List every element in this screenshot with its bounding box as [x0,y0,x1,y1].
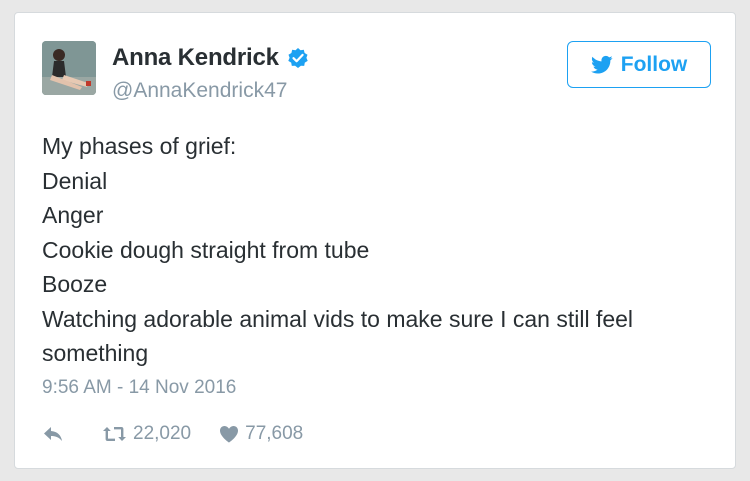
follow-button[interactable]: Follow [567,41,711,88]
tweet-line: My phases of grief: [42,133,237,159]
tweet-line: Denial [42,167,108,194]
user-handle[interactable]: @AnnaKendrick47 [112,79,287,103]
tweet-line: something [42,340,149,366]
retweet-button[interactable]: 22,020 [102,423,191,445]
reply-icon [44,427,62,441]
twitter-bird-icon [590,55,613,75]
heart-icon [220,426,239,443]
user-name-row: Anna Kendrick [112,44,309,72]
reply-button[interactable] [42,425,64,443]
follow-button-label: Follow [620,52,688,76]
tweet-actions: 22,020 77,608 [42,423,303,445]
tweet-card: Anna Kendrick @AnnaKendrick47 Follow My … [14,12,736,469]
like-count: 77,608 [245,423,304,444]
tweet-line: Booze [42,271,108,297]
tweet-timestamp[interactable]: 9:56 AM - 14 Nov 2016 [42,377,236,399]
tweet-line: Anger [42,202,104,228]
user-name[interactable]: Anna Kendrick [112,44,279,72]
like-button[interactable]: 77,608 [219,423,303,445]
tweet-line: Cookie dough straight from tube [42,236,370,263]
retweet-count: 22,020 [133,423,192,444]
tweet-text: My phases of grief: Denial Anger Cookie … [42,129,712,371]
retweet-icon [103,427,126,441]
verified-badge-icon [287,47,309,69]
tweet-line: Watching adorable animal vids to make su… [42,305,634,332]
avatar[interactable] [42,41,96,95]
